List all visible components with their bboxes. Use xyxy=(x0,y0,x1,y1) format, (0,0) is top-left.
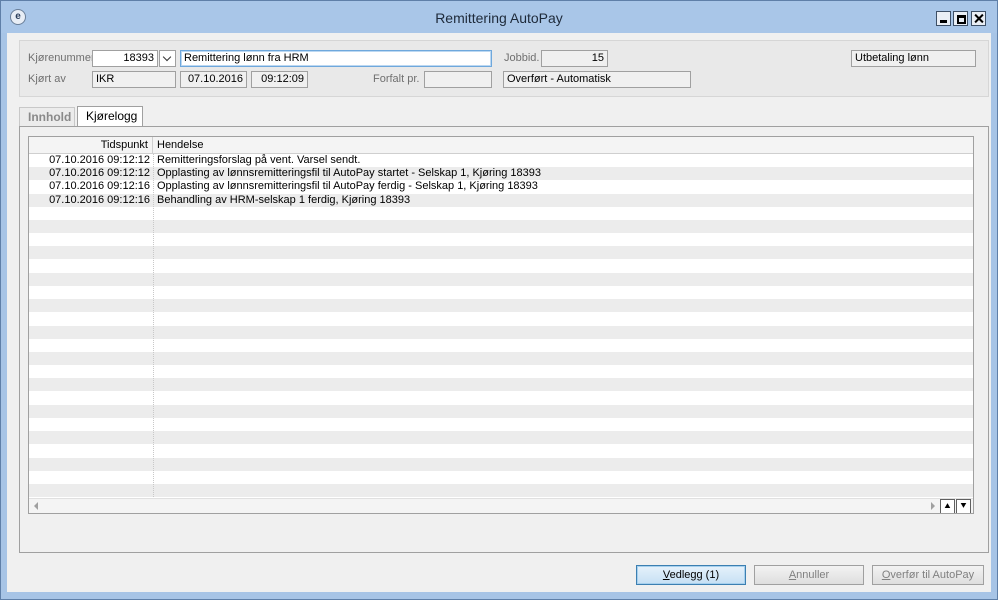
column-header-event[interactable]: Hendelse xyxy=(157,137,203,153)
client-area: Kjørenummer 18393 Remittering lønn fra H… xyxy=(7,33,991,592)
run-time-field: 09:12:09 xyxy=(251,71,308,88)
cell-time: 07.10.2016 09:12:12 xyxy=(49,167,150,180)
close-button[interactable] xyxy=(971,11,986,26)
table-row[interactable]: 07.10.2016 09:12:12 Remitteringsforslag p… xyxy=(29,154,973,167)
maximize-button[interactable] xyxy=(953,11,968,26)
transfer-label: verfør til AutoPay xyxy=(890,569,975,581)
empty-row xyxy=(29,299,973,313)
empty-row xyxy=(29,246,973,260)
cancel-button[interactable]: Annuller xyxy=(754,565,864,585)
column-separator xyxy=(153,154,154,497)
tab-page: Tidspunkt Hendelse 07.10.2016 09:12:12 Re… xyxy=(19,126,989,553)
empty-row xyxy=(29,352,973,365)
due-field xyxy=(424,71,492,88)
empty-row xyxy=(29,392,973,405)
table-row[interactable]: 07.10.2016 09:12:16 Opplasting av lønnsre… xyxy=(29,180,973,193)
empty-row xyxy=(29,220,973,233)
empty-row xyxy=(29,207,973,220)
run-number-field[interactable]: 18393 xyxy=(92,50,158,67)
scroll-left-icon[interactable] xyxy=(34,502,38,510)
minimize-button[interactable] xyxy=(936,11,951,26)
empty-row xyxy=(29,378,973,392)
empty-row xyxy=(29,339,973,352)
status-field: Overført - Automatisk xyxy=(503,71,691,88)
cell-event: Opplasting av lønnsremitteringsfil til A… xyxy=(157,167,541,180)
run-number-dropdown[interactable] xyxy=(159,50,176,67)
empty-row xyxy=(29,431,973,445)
cell-time: 07.10.2016 09:12:12 xyxy=(49,154,150,166)
header-panel: Kjørenummer 18393 Remittering lønn fra H… xyxy=(19,40,989,97)
cell-event: Opplasting av lønnsremitteringsfil til A… xyxy=(157,180,538,193)
empty-row xyxy=(29,260,973,273)
due-label: Forfalt pr. xyxy=(373,73,420,85)
empty-row xyxy=(29,312,973,325)
run-by-field: IKR xyxy=(92,71,176,88)
empty-row xyxy=(29,418,973,431)
empty-row xyxy=(29,365,973,378)
empty-row xyxy=(29,471,973,484)
table-row[interactable]: 07.10.2016 09:12:16 Behandling av HRM-sel… xyxy=(29,193,973,207)
window: e Remittering AutoPay Kjørenummer 18393 … xyxy=(0,0,998,600)
cell-event: Behandling av HRM-selskap 1 ferdig, Kjør… xyxy=(157,193,411,206)
title-bar[interactable]: e Remittering AutoPay xyxy=(1,1,997,33)
empty-row xyxy=(29,272,973,286)
scroll-bottom-button[interactable]: ⯆ xyxy=(956,499,971,513)
window-title: Remittering AutoPay xyxy=(435,10,563,26)
transfer-autopay-button[interactable]: Overfør til AutoPay xyxy=(872,565,984,585)
job-id-label: Jobbid. xyxy=(504,52,540,64)
empty-row xyxy=(29,286,973,299)
empty-row xyxy=(29,233,973,246)
cell-time: 07.10.2016 09:12:16 xyxy=(49,193,150,206)
tab-kjorelogg[interactable]: Kjørelogg xyxy=(77,106,143,126)
run-by-label: Kjørt av xyxy=(28,73,66,85)
run-date-field: 07.10.2016 xyxy=(180,71,247,88)
grid-rows: 07.10.2016 09:12:12 Remitteringsforslag p… xyxy=(29,154,973,497)
type-field: Utbetaling lønn xyxy=(851,50,976,67)
attachments-button[interactable]: Vedlegg (1) xyxy=(636,565,746,585)
horizontal-scrollbar[interactable]: ⯅ ⯆ xyxy=(29,498,973,513)
table-row[interactable]: 07.10.2016 09:12:12 Opplasting av lønnsre… xyxy=(29,167,973,181)
empty-row xyxy=(29,444,973,457)
scroll-top-button[interactable]: ⯅ xyxy=(940,499,955,513)
attachments-label: edlegg (1) xyxy=(669,569,720,581)
tab-innhold[interactable]: Innhold xyxy=(19,107,75,126)
column-header-time[interactable]: Tidspunkt xyxy=(29,137,153,153)
attachments-mnemonic: V xyxy=(662,569,670,581)
scroll-right-icon[interactable] xyxy=(931,502,935,510)
empty-row xyxy=(29,484,973,497)
run-number-label: Kjørenummer xyxy=(28,52,95,64)
job-id-field: 15 xyxy=(541,50,608,67)
cell-event: Remitteringsforslag på vent. Varsel send… xyxy=(157,154,361,166)
cell-time: 07.10.2016 09:12:16 xyxy=(49,180,150,193)
empty-row xyxy=(29,325,973,339)
cancel-label: nnuller xyxy=(796,569,830,581)
empty-row xyxy=(29,457,973,471)
description-field[interactable]: Remittering lønn fra HRM xyxy=(180,50,492,67)
empty-row xyxy=(29,404,973,418)
log-grid: Tidspunkt Hendelse 07.10.2016 09:12:12 Re… xyxy=(28,136,974,514)
grid-header: Tidspunkt Hendelse xyxy=(29,137,973,154)
